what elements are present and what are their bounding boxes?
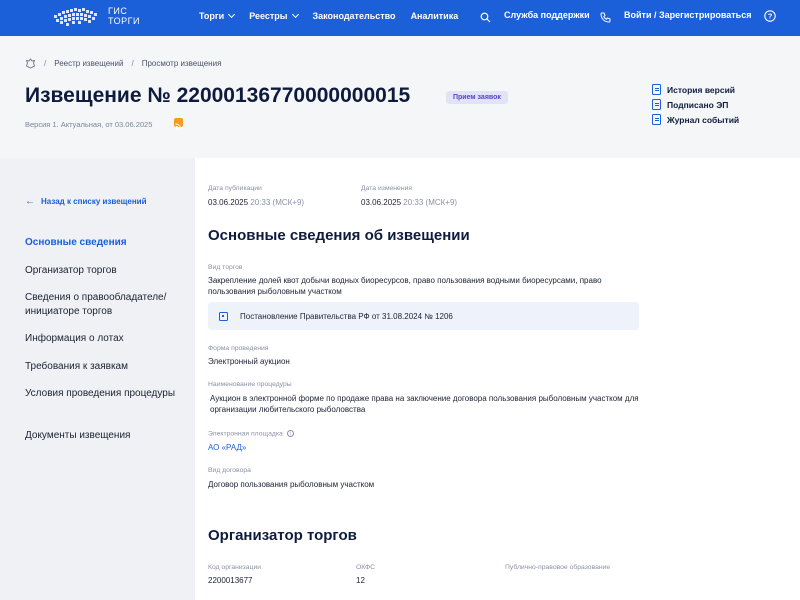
nav-legislation-label: Законодательство [312,11,396,21]
contract-type-label: Вид договора [208,467,251,474]
emblem-home-icon[interactable] [25,58,36,69]
notice-actions: История версий Подписано ЭП Журнал событ… [652,84,739,125]
published-time: 20:33 (МСК+9) [250,198,305,207]
version-history-link[interactable]: История версий [652,84,739,95]
sidebar-item-requirements[interactable]: Требования к заявкам [25,360,185,374]
okfs-label: ОКФС [356,564,376,571]
sidebar-item-documents[interactable]: Документы извещения [25,429,185,443]
section-title-basic-info: Основные сведения об извещении [208,227,470,244]
logo-text: ГИС ТОРГИ [108,6,140,26]
form-label: Форма проведения [208,345,269,352]
org-code-label: Код организации [208,564,262,571]
regulation-box: Постановление Правительства РФ от 31.08.… [208,302,639,330]
okfs-value: 12 [356,576,365,585]
published-date-value: 03.06.2025 20:33 (МСК+9) [208,197,304,208]
auction-type-value: Закрепление долей квот добычи водных био… [208,276,602,296]
arrow-left-icon: ← [25,195,35,207]
version-history-label: История версий [667,84,736,95]
platform-label-text: Электронная площадка [208,430,283,438]
event-log-label: Журнал событий [667,114,740,125]
page-title: Извещение № 22000136770000000015 [25,84,411,107]
chevron-down-icon [291,10,299,19]
nav-analytics[interactable]: Аналитика [411,11,459,21]
back-to-list-link[interactable]: ← Назад к списку извещений [25,195,147,207]
sidebar-item-lots[interactable]: Информация о лотах [25,332,185,346]
signed-ep-link[interactable]: Подписано ЭП [652,99,739,110]
changed-date-label: Дата изменения [361,185,413,192]
sidebar-item-conditions[interactable]: Условия проведения процедуры [25,387,185,401]
version-info: Версия 1. Актуальная, от 03.06.2025 [25,120,153,129]
breadcrumb-item-current: Просмотр извещения [141,59,222,68]
nav-torgi[interactable]: Торги [199,10,236,21]
changed-date-value: 03.06.2025 20:33 (МСК+9) [361,197,457,208]
nav-legislation[interactable]: Законодательство [313,11,396,21]
published-date: 03.06.2025 [208,198,249,207]
login-label: Войти / Зарегистрироваться [624,10,752,20]
logo-line-1: ГИС [108,6,128,16]
russia-map-logo-icon [54,8,97,26]
org-code-value: 2200013677 [208,576,253,585]
sidebar [0,158,195,600]
procedure-value: Аукцион в электронной форме по продаже п… [210,394,639,414]
document-icon [652,114,661,125]
status-badge: Прием заявок [446,91,508,104]
sidebar-item-basic-info[interactable]: Основные сведения [25,236,185,250]
document-icon [219,311,228,321]
info-icon[interactable]: i [286,430,294,437]
nav-reestry[interactable]: Реестры [249,10,299,21]
nav-reestry-label: Реестры [249,11,288,21]
support-label: Служба поддержки [504,10,590,20]
platform-label: Электронная площадка i [208,430,294,437]
breadcrumb-separator: / [44,59,47,68]
rss-icon[interactable] [174,118,183,130]
svg-text:?: ? [768,12,773,21]
breadcrumb-separator: / [131,59,134,68]
platform-value-link[interactable]: АО «РАД» [208,443,246,452]
public-entity-label: Публично-правовое образование [505,564,611,571]
phone-icon[interactable] [600,12,611,23]
regulation-link[interactable]: Постановление Правительства РФ от 31.08.… [240,312,453,321]
section-title-organizer: Организатор торгов [208,527,357,544]
changed-date: 03.06.2025 [361,198,402,207]
contract-type-value: Договор пользования рыболовным участком [208,480,375,489]
form-value: Электронный аукцион [208,357,290,366]
search-icon[interactable] [480,12,491,23]
signed-ep-label: Подписано ЭП [667,99,729,110]
help-circle-icon[interactable]: ? [764,10,776,22]
auction-type-label: Вид торгов [208,264,243,271]
changed-time: 20:33 (МСК+9) [403,198,458,207]
nav-torgi-label: Торги [199,11,225,21]
breadcrumb: / Реестр извещений / Просмотр извещения [25,58,221,69]
document-icon [652,84,661,95]
chevron-down-icon [228,10,236,19]
procedure-label: Наименование процедуры [208,381,292,388]
gis-torgi-logo[interactable]: ГИС ТОРГИ [50,3,150,31]
sidebar-item-organizer[interactable]: Организатор торгов [25,264,185,278]
event-log-link[interactable]: Журнал событий [652,114,739,125]
back-to-list-label: Назад к списку извещений [41,197,147,206]
published-date-label: Дата публикации [208,185,262,192]
main-nav: Торги Реестры Законодательство Аналитика [199,10,459,21]
rss-glyph [175,123,182,130]
login-link[interactable]: Войти / Зарегистрироваться [624,10,751,20]
support-link[interactable]: Служба поддержки [504,10,590,20]
logo-line-2: ТОРГИ [108,16,140,26]
nav-analytics-label: Аналитика [410,11,459,21]
top-header: ГИС ТОРГИ Торги Реестры Законодательство… [0,0,800,36]
sidebar-item-rightholder[interactable]: Сведения о правообладателе/ инициаторе т… [25,291,185,319]
breadcrumb-item-registry[interactable]: Реестр извещений [54,59,123,68]
signature-icon [652,99,661,110]
